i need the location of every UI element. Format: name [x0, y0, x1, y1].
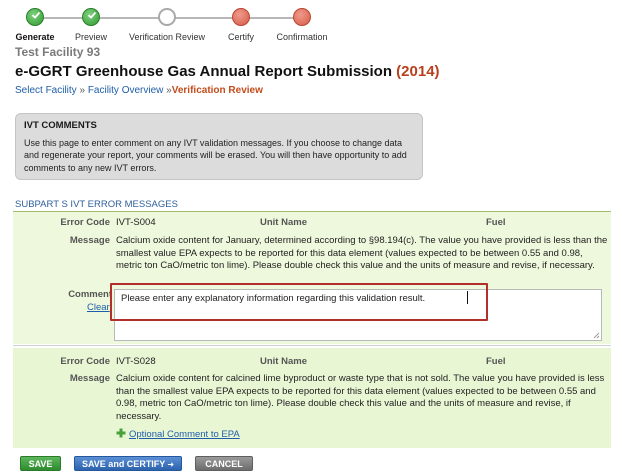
step-label: Preview — [74, 32, 107, 42]
page-title: e-GGRT Greenhouse Gas Annual Report Subm… — [15, 63, 440, 80]
comment-focus-highlight — [110, 283, 488, 321]
step-confirmation: Confirmation — [262, 8, 342, 42]
comment-label: Comment — [68, 289, 112, 300]
clear-link[interactable]: Clear — [87, 302, 110, 313]
progress-steps: Generate Preview Verification Review Cer… — [0, 0, 340, 42]
breadcrumb-current: Verification Review — [171, 85, 263, 96]
fuel-header: Fuel — [486, 217, 506, 228]
arrow-right-icon: ➜ — [167, 460, 175, 469]
step-preview: Preview — [51, 8, 131, 42]
step-label: Verification Review — [128, 32, 206, 42]
error-message: Calcium oxide content for January, deter… — [116, 235, 608, 271]
plus-icon — [116, 428, 126, 438]
optional-comment-label: Optional Comment to EPA — [129, 429, 240, 440]
step-done-icon — [26, 8, 44, 26]
save-and-certify-button[interactable]: SAVE and CERTIFY ➜ — [74, 456, 182, 471]
step-done-icon — [82, 8, 100, 26]
error-code-value: IVT-S028 — [116, 356, 156, 367]
unit-name-header: Unit Name — [260, 356, 307, 367]
fuel-header: Fuel — [486, 356, 506, 367]
cancel-button[interactable]: CANCEL — [195, 456, 253, 471]
step-verification-review: Verification Review — [127, 8, 207, 42]
error-code-label: Error Code — [60, 356, 110, 367]
save-button[interactable]: SAVE — [20, 456, 61, 471]
error-code-label: Error Code — [60, 217, 110, 228]
ivt-comments-box: IVT COMMENTS Use this page to enter comm… — [15, 113, 423, 180]
report-title: e-GGRT Greenhouse Gas Annual Report Subm… — [15, 63, 392, 80]
error-divider — [13, 345, 611, 346]
facility-name: Test Facility 93 — [15, 45, 101, 59]
unit-name-header: Unit Name — [260, 217, 307, 228]
error-message: Calcium oxide content for calcined lime … — [116, 373, 605, 422]
message-label: Message — [69, 235, 110, 246]
step-label: Confirmation — [276, 32, 328, 42]
breadcrumb-facility-overview[interactable]: Facility Overview — [88, 85, 164, 96]
message-label: Message — [69, 373, 110, 384]
step-pending-icon — [293, 8, 311, 26]
optional-comment-link[interactable]: Optional Comment to EPA — [116, 427, 240, 440]
ivt-comments-heading: IVT COMMENTS — [24, 120, 97, 131]
breadcrumb-select-facility[interactable]: Select Facility — [15, 85, 77, 96]
error-code-value: IVT-S004 — [116, 217, 156, 228]
breadcrumb-separator: » — [79, 85, 86, 96]
save-and-certify-label: SAVE and CERTIFY — [81, 459, 166, 469]
ivt-comments-body: Use this page to enter comment on any IV… — [24, 137, 407, 173]
section-title: SUBPART S IVT ERROR MESSAGES — [15, 199, 178, 210]
step-current-icon — [158, 8, 176, 26]
resize-handle-icon[interactable] — [592, 331, 600, 339]
breadcrumb: Select Facility » Facility Overview »Ver… — [15, 85, 263, 96]
step-pending-icon — [232, 8, 250, 26]
report-year: (2014) — [396, 63, 440, 80]
